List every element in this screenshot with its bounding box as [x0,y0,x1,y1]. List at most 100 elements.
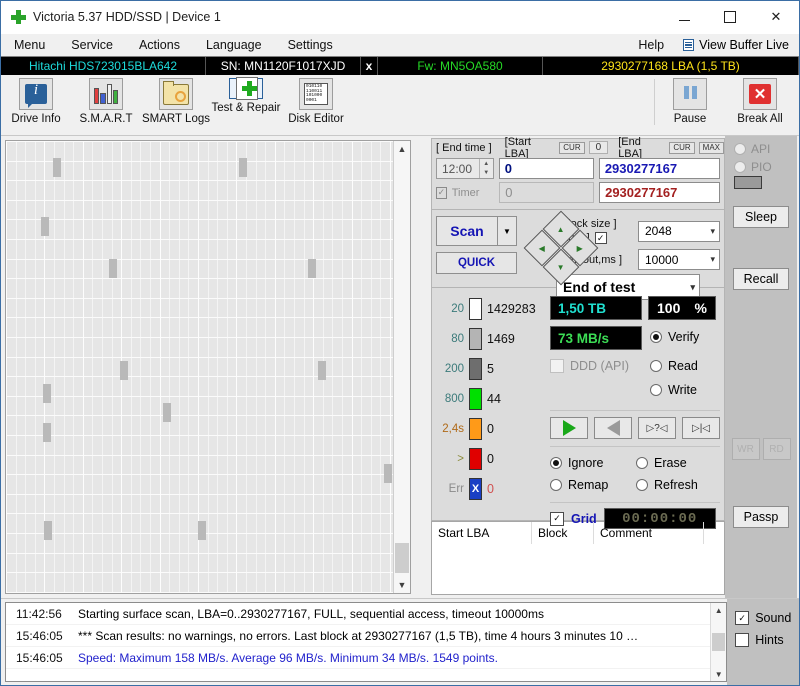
log-box[interactable]: 11:42:56 Starting surface scan, LBA=0..2… [5,602,728,682]
log-row[interactable]: 11:42:56 Starting surface scan, LBA=0..2… [6,603,711,625]
defect-remap-radio[interactable] [550,479,562,491]
column-comment[interactable]: Comment [594,522,704,544]
toolbar-button-break-all[interactable]: ✕ Break All [725,75,795,131]
toolbar-button-test-repair[interactable]: Test & Repair [211,75,281,131]
stat-label-over: > [457,453,464,465]
log-scroll-down-icon[interactable]: ▼ [711,667,726,681]
hints-option-row[interactable]: Hints [727,629,799,651]
scroll-up-icon[interactable]: ▲ [394,141,410,157]
end-time-spin-arrows[interactable]: ▲ ▼ [478,159,493,178]
log-scroll-up-icon[interactable]: ▲ [711,603,726,617]
map-block [109,259,117,278]
drive-model[interactable]: Hitachi HDS723015BLA642 [1,57,206,75]
toolbar-button-smart-logs[interactable]: SMART Logs [141,75,211,131]
mode-verify-radio[interactable] [650,331,662,343]
scan-actions-panel: Scan ▼ QUICK ▲ ◀ ▶ ▼ [ block size] ✓ 20… [431,210,725,300]
pio-radio[interactable] [734,161,746,173]
map-block [120,361,128,380]
defect-actions-row-2: Remap Refresh [550,474,720,496]
map-scrollbar-thumb[interactable] [395,543,409,573]
ddd-checkbox[interactable] [550,359,564,373]
stat-label-24s: 2,4s [442,423,464,435]
transport-play-button[interactable] [550,417,588,439]
end-lba-max-button[interactable]: MAX [698,141,724,154]
wr-button[interactable]: WR [731,438,760,460]
scan-dropdown-icon[interactable]: ▼ [498,216,517,246]
end-time-label: [ End time ] [436,141,492,154]
timer-checkbox[interactable]: ✓ [436,186,447,199]
defect-ignore-radio[interactable] [550,457,562,469]
toolbar-button-drive-info[interactable]: Drive Info [1,75,71,131]
start-lba-secondary-input[interactable]: 0 [499,182,595,203]
defect-table[interactable]: Start LBA Block Comment [431,521,725,595]
sound-option-row[interactable]: ✓ Sound [727,607,799,629]
end-lba-cur-button[interactable]: CUR [669,141,695,154]
auto-checkbox[interactable]: ✓ [594,232,607,244]
column-start-lba[interactable]: Start LBA [432,522,532,544]
defect-erase-radio[interactable] [636,457,648,469]
defect-erase-row[interactable]: Erase [636,452,687,474]
timeout-select[interactable]: 10000 ▾ [638,249,720,270]
sleep-button[interactable]: Sleep [733,206,789,228]
defect-refresh-radio[interactable] [636,479,648,491]
menu-item-language[interactable]: Language [193,35,275,55]
mode-read-radio[interactable] [650,360,662,372]
defect-refresh-row[interactable]: Refresh [636,474,698,496]
api-radio[interactable] [734,143,746,155]
view-buffer-live-button[interactable]: View Buffer Live [677,35,795,55]
end-lba-secondary-input[interactable]: 2930277167 [599,182,720,203]
ddd-api-option[interactable]: DDD (API) [550,355,642,377]
mode-read-row[interactable]: Read [650,355,698,377]
log-row[interactable]: 15:46:05 Speed: Maximum 158 MB/s. Averag… [6,647,711,669]
log-scrollbar[interactable]: ▲ ▼ [710,603,727,681]
column-block[interactable]: Block [532,522,594,544]
stat-label-80: 80 [451,333,464,345]
menu-item-settings[interactable]: Settings [275,35,346,55]
mode-write-row[interactable]: Write [650,379,697,401]
toolbar-button-disk-editor[interactable]: 010110 110011 101000 0001 Disk Editor [281,75,351,131]
quick-button[interactable]: QUICK [436,252,517,274]
log-scrollbar-thumb[interactable] [712,633,726,651]
lba-panel: [ End time ] [Start LBA] CUR 0 [End LBA]… [431,136,725,210]
rd-button[interactable]: RD [762,438,791,460]
recall-button[interactable]: Recall [733,268,789,290]
api-option-row[interactable]: API [725,140,797,158]
start-lba-cur-button[interactable]: CUR [559,141,585,154]
scroll-down-icon[interactable]: ▼ [394,577,410,593]
log-row[interactable]: 15:46:05 *** Scan results: no warnings, … [6,625,711,647]
toolbar-button-pause[interactable]: Pause [655,75,725,131]
sound-checkbox[interactable]: ✓ [735,611,750,625]
start-lba-input[interactable]: 0 [498,158,594,179]
transport-skip-end-button[interactable]: ▷|◁ [682,417,720,439]
maximize-button[interactable] [707,1,753,33]
defect-ignore-row[interactable]: Ignore [550,452,636,474]
api-label: API [751,142,771,156]
surface-map-canvas[interactable] [6,141,393,593]
mode-write-label: Write [668,383,697,397]
end-lba-input[interactable]: 2930277167 [598,158,720,179]
bottom-bar: 11:42:56 Starting surface scan, LBA=0..2… [1,598,799,685]
drive-close-icon[interactable]: x [361,57,378,75]
block-size-select[interactable]: 2048 ▾ [638,220,720,242]
passport-button[interactable]: Passp [733,506,789,528]
pio-option-row[interactable]: PIO [725,158,797,176]
menu-item-menu[interactable]: Menu [1,35,58,55]
minimize-button[interactable] [661,1,707,33]
main-toolbar: Drive Info S.M.A.R.T SMART Logs Test & R… [1,75,799,136]
map-scrollbar[interactable]: ▲ ▼ [393,141,410,593]
defect-remap-row[interactable]: Remap [550,474,636,496]
toolbar-button-smart[interactable]: S.M.A.R.T [71,75,141,131]
mode-verify-row[interactable]: Verify [650,326,699,348]
menu-item-actions[interactable]: Actions [126,35,193,55]
hints-checkbox[interactable] [735,633,750,647]
close-button[interactable]: ✕ [753,1,799,33]
menu-item-help[interactable]: Help [625,35,677,55]
transport-rewind-button[interactable] [594,417,632,439]
transport-find-defect-button[interactable]: ▷?◁ [638,417,676,439]
stats-progress-panel: 20 1429283 80 1469 200 5 800 44 2,4s 0 >… [431,288,725,529]
scan-button[interactable]: Scan [436,216,498,246]
menu-item-service[interactable]: Service [58,35,126,55]
end-time-spinner[interactable]: 12:00 ▲ ▼ [436,158,494,179]
mode-write-radio[interactable] [650,384,662,396]
start-lba-zero-field[interactable]: 0 [588,141,609,154]
